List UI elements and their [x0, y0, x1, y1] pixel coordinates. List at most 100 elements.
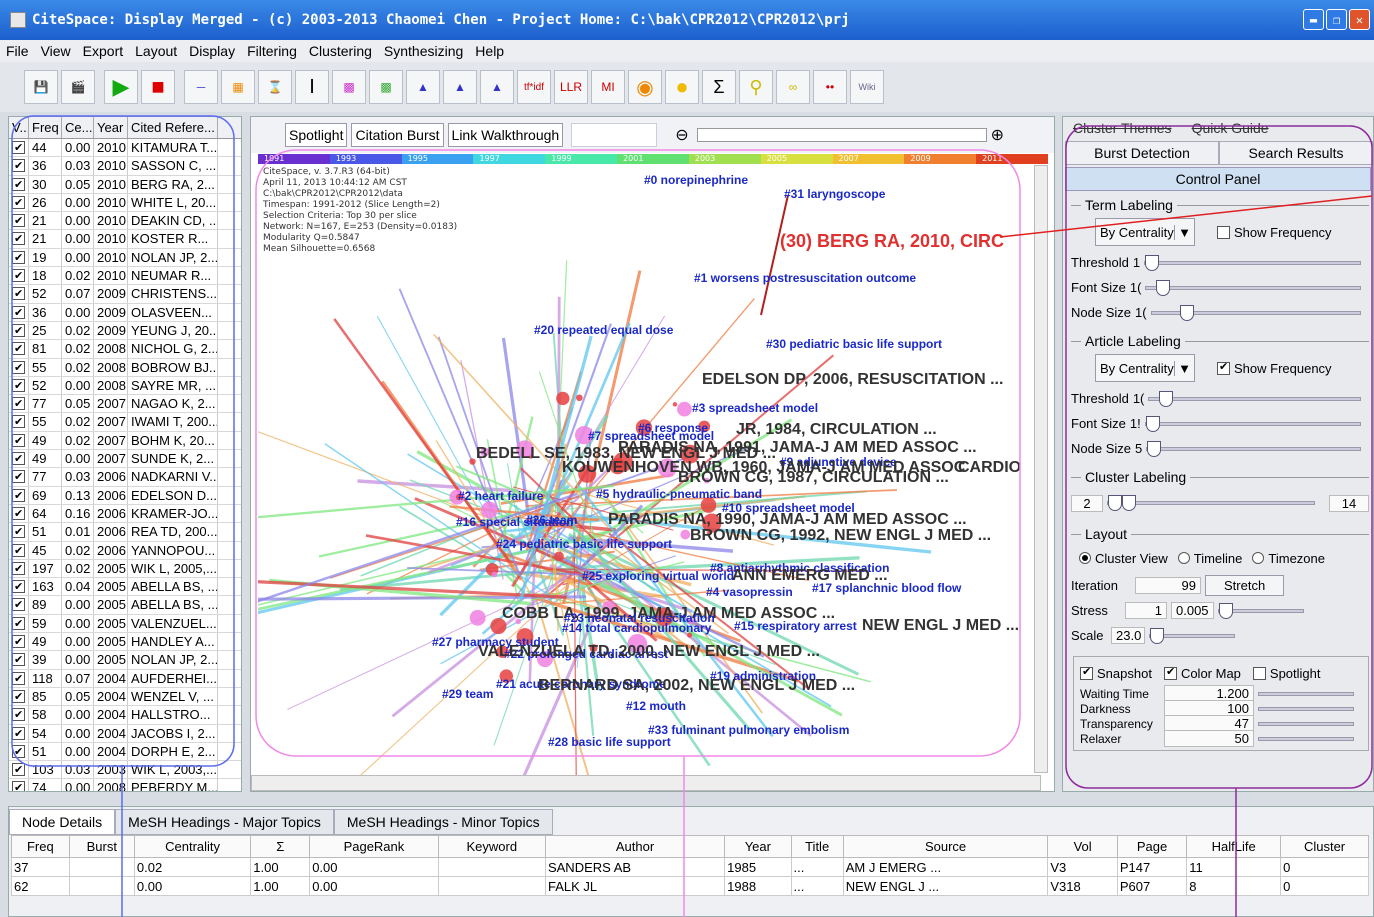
visible-cell[interactable] — [9, 413, 29, 431]
table-row[interactable]: 210.002010DEAKIN CD, ... — [9, 212, 241, 231]
table-row[interactable]: 250.022009YEUNG J, 20... — [9, 321, 241, 341]
sigma-button[interactable]: Σ — [702, 70, 736, 104]
table-row[interactable]: 490.002007SUNDE K, 2... — [9, 450, 241, 469]
table-row[interactable]: 770.032006NADKARNI V... — [9, 468, 241, 487]
iteration-value[interactable]: 99 — [1135, 577, 1201, 594]
table-row[interactable]: 810.022008NICHOL G, 2... — [9, 340, 241, 359]
visible-cell[interactable] — [9, 779, 29, 791]
table-row[interactable]: 390.002005NOLAN JP, 2... — [9, 651, 241, 670]
article-show-frequency-checkbox[interactable] — [1217, 360, 1230, 375]
visible-checkbox[interactable] — [12, 596, 25, 614]
visible-checkbox[interactable] — [12, 578, 25, 595]
tab-node-details[interactable]: Node Details — [9, 809, 116, 835]
reference-label[interactable]: BROWN CG, 1992, NEW ENGL J MED ... — [690, 527, 991, 545]
tab-cluster-themes[interactable]: Cluster Themes — [1063, 117, 1182, 141]
table-row[interactable]: 550.022007IWAMI T, 200... — [9, 413, 241, 432]
visible-cell[interactable] — [9, 340, 29, 358]
zoom-in-icon[interactable]: ⊕ — [991, 125, 1004, 145]
zoom-slider[interactable] — [696, 128, 987, 142]
slider-knob[interactable] — [1108, 495, 1122, 511]
visible-checkbox[interactable] — [12, 761, 25, 778]
cluster-label[interactable]: #31 laryngoscope — [784, 187, 885, 201]
relaxer-slider[interactable] — [1258, 736, 1354, 741]
scale-slider[interactable] — [1149, 627, 1235, 644]
stress-value[interactable]: 1 — [1125, 602, 1167, 619]
visible-checkbox[interactable] — [12, 377, 25, 394]
table-row[interactable]: 510.002004DORPH E, 2... — [9, 742, 241, 762]
visible-checkbox[interactable] — [12, 395, 25, 412]
visible-cell[interactable] — [9, 541, 29, 559]
table-row[interactable]: 1030.032003WIK L, 2003,... — [9, 761, 241, 780]
visible-cell[interactable] — [9, 248, 29, 267]
visible-checkbox[interactable] — [12, 340, 25, 358]
visible-cell[interactable] — [9, 523, 29, 541]
table-row[interactable]: 37 0.02 1.00 0.00 SANDERS AB 1985... AM J EMER… — [11, 857, 1369, 877]
column-header[interactable]: Title — [790, 835, 844, 858]
visible-checkbox[interactable] — [12, 779, 25, 791]
visible-checkbox[interactable] — [12, 267, 25, 284]
table-row[interactable]: 740.002008PEBERDY M... — [9, 779, 241, 791]
header-freq[interactable]: Freq — [29, 117, 62, 138]
visible-checkbox[interactable] — [12, 725, 25, 742]
tab-quick-guide[interactable]: Quick Guide — [1182, 117, 1279, 141]
network2-icon[interactable]: ▲ — [443, 70, 477, 104]
visible-checkbox[interactable] — [12, 670, 25, 687]
snapshot-checkbox[interactable] — [1080, 665, 1093, 680]
stretch-button[interactable]: Stretch — [1205, 575, 1285, 596]
header-cited-reference[interactable]: Cited Refere... — [128, 117, 218, 138]
network-canvas[interactable]: CiteSpace, v. 3.7.R3 (64-bit) April 11, … — [258, 165, 1031, 775]
column-header[interactable]: Σ — [250, 835, 311, 858]
wiki-button[interactable]: Wiki — [850, 70, 884, 104]
dots-icon[interactable]: •• — [813, 70, 847, 104]
column-header[interactable]: Cluster — [1280, 835, 1369, 858]
cluster-label[interactable]: #3 spreadsheet model — [692, 401, 818, 415]
network-icon[interactable]: ▲ — [406, 70, 440, 104]
visible-checkbox[interactable] — [12, 615, 25, 632]
visible-cell[interactable] — [9, 450, 29, 468]
cluster-range-slider[interactable] — [1107, 495, 1315, 511]
tab-mesh-minor[interactable]: MeSH Headings - Minor Topics — [333, 809, 553, 835]
clapper-icon[interactable]: 🎬 — [61, 70, 95, 104]
table-row[interactable]: 210.002010KOSTER R... — [9, 230, 241, 249]
visible-checkbox[interactable] — [12, 432, 25, 449]
visible-cell[interactable] — [9, 157, 29, 175]
column-header[interactable]: Keyword — [437, 835, 546, 858]
table-row[interactable]: 520.072009CHRISTENS... — [9, 285, 241, 304]
menu-view[interactable]: View — [35, 43, 77, 59]
table-row[interactable]: 510.012006REA TD, 200... — [9, 523, 241, 542]
visible-checkbox[interactable] — [12, 523, 25, 541]
column-header[interactable]: Freq — [11, 835, 70, 858]
visible-checkbox[interactable] — [12, 743, 25, 760]
table-row[interactable]: 890.002005ABELLA BS, ... — [9, 596, 241, 615]
visible-cell[interactable] — [9, 706, 29, 724]
visible-cell[interactable] — [9, 687, 29, 706]
play-icon[interactable]: ▶ — [104, 70, 138, 104]
relaxer-value[interactable]: 50 — [1164, 730, 1254, 747]
visible-checkbox[interactable] — [12, 450, 25, 467]
visible-cell[interactable] — [9, 614, 29, 633]
visible-cell[interactable] — [9, 742, 29, 761]
citation-burst-button[interactable]: Citation Burst — [351, 123, 444, 147]
visible-cell[interactable] — [9, 578, 29, 596]
visible-checkbox[interactable] — [12, 542, 25, 559]
network-node[interactable] — [677, 401, 692, 417]
table-row[interactable]: 440.002010KITAMURA T... — [9, 139, 241, 158]
network-node[interactable] — [672, 402, 678, 407]
column-header[interactable]: PageRank — [309, 835, 439, 858]
slider-knob[interactable] — [1147, 440, 1162, 457]
save-icon[interactable]: 💾 — [24, 70, 58, 104]
visible-checkbox[interactable] — [12, 505, 25, 522]
reference-label[interactable]: BERNARD SA, 2002, NEW ENGL J MED ... — [538, 677, 855, 695]
visible-cell[interactable] — [9, 358, 29, 376]
visible-cell[interactable] — [9, 651, 29, 669]
table-row[interactable]: 62 0.00 1.00 0.00 FALK JL 1988... NEW ENGL J .… — [11, 876, 1369, 896]
slider-knob[interactable] — [1218, 602, 1233, 619]
table-row[interactable]: 190.002010NOLAN JP, 2... — [9, 248, 241, 268]
tab-burst-detection[interactable]: Burst Detection — [1065, 141, 1219, 165]
stress-slider[interactable] — [1217, 602, 1304, 619]
visible-checkbox[interactable] — [12, 157, 25, 175]
visible-checkbox[interactable] — [12, 487, 25, 504]
column-header[interactable]: Vol — [1047, 835, 1118, 858]
scale-value[interactable]: 23.0 — [1111, 627, 1145, 644]
term-font-size-slider[interactable] — [1145, 279, 1361, 296]
